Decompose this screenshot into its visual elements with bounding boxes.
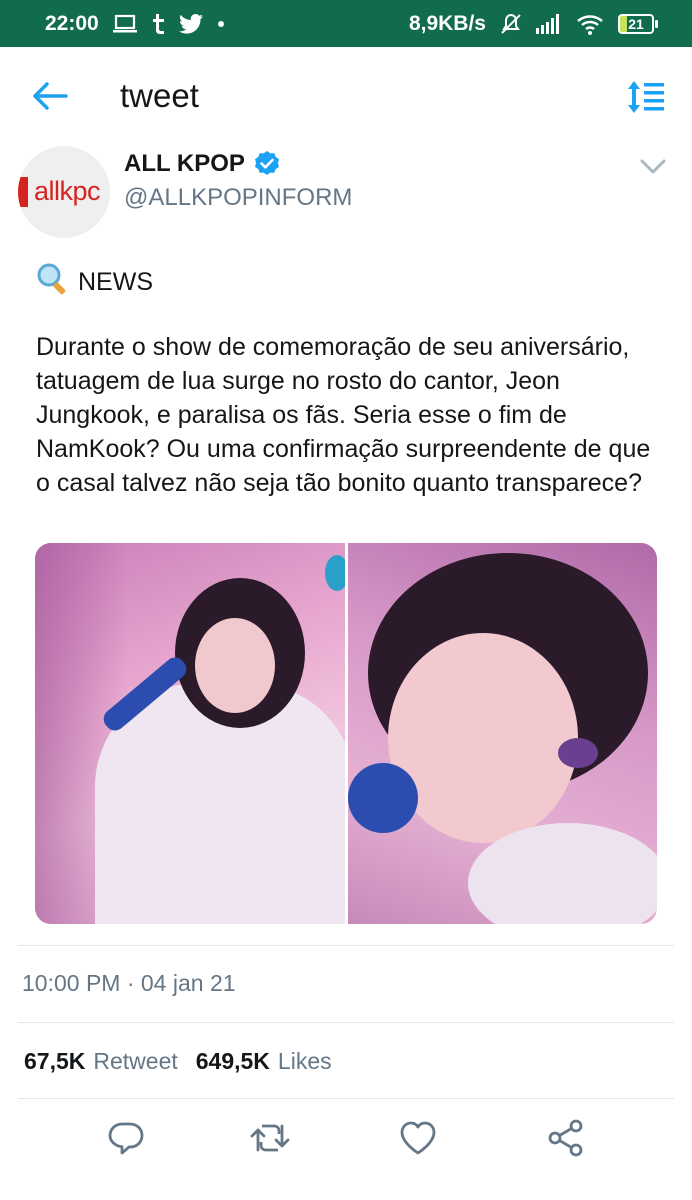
- like-icon[interactable]: [398, 1118, 438, 1158]
- avatar-logo-text: allkpc: [34, 176, 101, 206]
- like-label[interactable]: Likes: [278, 1048, 332, 1075]
- tweet-media[interactable]: [35, 543, 657, 924]
- battery-level: 21: [628, 15, 644, 32]
- share-icon[interactable]: [546, 1118, 586, 1158]
- divider: [18, 1098, 674, 1099]
- divider: [18, 945, 674, 946]
- battery-icon: 21: [618, 13, 658, 34]
- wifi-icon: [576, 13, 604, 35]
- verified-badge-icon: [253, 150, 281, 178]
- reply-icon[interactable]: [106, 1118, 146, 1158]
- author-handle[interactable]: @ALLKPOPINFORM: [124, 184, 352, 212]
- author-name: ALL KPOP: [124, 150, 245, 177]
- allkpop-logo: allkpc: [18, 176, 101, 207]
- news-tag-line: NEWS: [36, 262, 153, 303]
- status-time: 22:00: [45, 11, 99, 35]
- tweet-stats: 67,5K Retweet 649,5K Likes: [24, 1048, 342, 1075]
- retweet-icon[interactable]: [250, 1118, 290, 1158]
- page-title: tweet: [120, 77, 199, 114]
- network-speed: 8,9KB/s: [408, 11, 486, 35]
- magnifier-icon: [36, 262, 70, 303]
- tweet-text: Durante o show de comemoração de seu ani…: [36, 333, 651, 497]
- avatar[interactable]: allkpc: [18, 146, 110, 238]
- dot-icon: [217, 20, 225, 28]
- news-tag: NEWS: [78, 268, 153, 296]
- tweet-timestamp: 10:00 PM · 04 jan 21: [22, 970, 236, 996]
- top-bar: tweet: [0, 47, 692, 147]
- author-name-row[interactable]: ALL KPOP: [124, 150, 281, 178]
- like-count: 649,5K: [195, 1048, 270, 1074]
- divider: [18, 1022, 674, 1023]
- tweet-photo-1[interactable]: [35, 543, 345, 924]
- retweet-label[interactable]: Retweet: [93, 1048, 177, 1075]
- tweet-photo-2[interactable]: [347, 543, 657, 924]
- sort-icon[interactable]: [626, 79, 666, 115]
- signal-icon: [536, 13, 562, 34]
- status-bar: 22:00 8,9KB/s 21: [0, 0, 692, 47]
- back-arrow-icon[interactable]: [32, 81, 68, 111]
- mute-icon: [500, 13, 522, 35]
- retweet-count: 67,5K: [24, 1048, 86, 1074]
- twitter-icon: [178, 13, 203, 34]
- chevron-down-icon[interactable]: [638, 154, 668, 178]
- tweet-actions: [0, 1118, 692, 1168]
- laptop-icon: [112, 14, 137, 34]
- tumblr-icon: [151, 13, 165, 34]
